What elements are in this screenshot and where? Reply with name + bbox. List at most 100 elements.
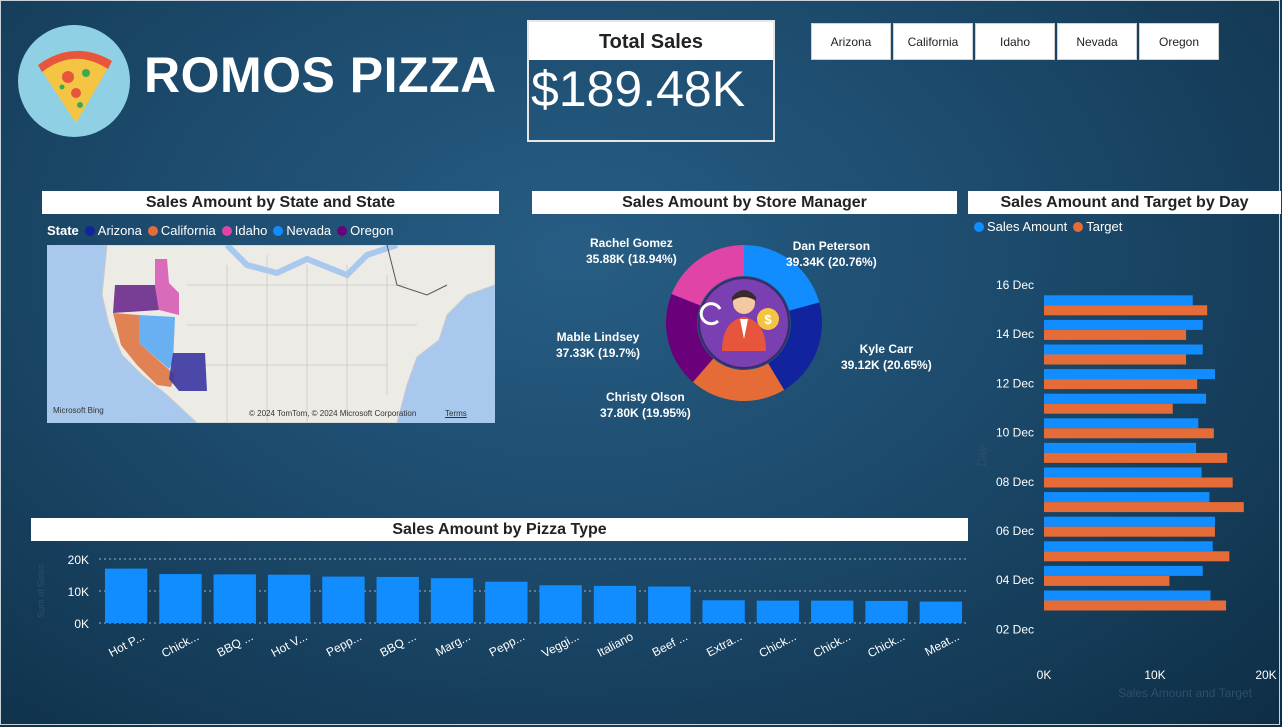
donut-label-mable: Mable Lindsey 37.33K (19.7%) (556, 329, 640, 361)
bar[interactable] (1044, 516, 1215, 527)
bar[interactable] (1044, 344, 1203, 355)
bar[interactable] (865, 600, 908, 623)
bing-logo: Microsoft Bing (53, 406, 104, 415)
us-state-map[interactable]: Microsoft Bing © 2024 TomTom, © 2024 Mic… (47, 245, 495, 423)
pizza-panel-title: Sales Amount by Pizza Type (31, 518, 968, 541)
bar[interactable] (1044, 502, 1244, 513)
bar[interactable] (1044, 379, 1198, 390)
slicer-nevada[interactable]: Nevada (1057, 23, 1137, 60)
legend-item-sales-amount[interactable]: Sales Amount (974, 219, 1067, 234)
bar[interactable] (376, 576, 419, 623)
x-tick-label: BBQ ... (378, 629, 419, 660)
x-tick-label: Pepp... (324, 629, 364, 659)
y-tick-label: 14 Dec (996, 327, 1034, 341)
bar[interactable] (1044, 354, 1187, 365)
x-tick-label: Hot P... (106, 629, 147, 659)
y-tick-label: 04 Dec (996, 573, 1034, 587)
bar[interactable] (1044, 541, 1213, 552)
sales-by-pizza-type-chart: 0K 10K 20K Sum of Sales Hot P... Chick... BBQ … (36, 553, 968, 660)
legend-item-idaho[interactable]: Idaho (221, 223, 268, 238)
bar[interactable] (485, 581, 528, 623)
bar[interactable] (811, 600, 854, 623)
bar[interactable] (213, 574, 256, 623)
y-tick-label: 10 Dec (996, 426, 1034, 440)
bar[interactable] (1044, 600, 1227, 611)
bar[interactable] (1044, 393, 1207, 404)
slice-name: Rachel Gomez (590, 236, 673, 250)
legend-dot (273, 225, 284, 236)
legend-dot (221, 225, 232, 236)
bar[interactable] (1044, 590, 1211, 601)
donut-panel-title: Sales Amount by Store Manager (532, 191, 957, 214)
bar[interactable] (1044, 477, 1233, 488)
legend-label: Target (1086, 219, 1123, 234)
slicer-arizona[interactable]: Arizona (811, 23, 891, 60)
bar[interactable] (539, 585, 582, 623)
donut-label-dan: Dan Peterson 39.34K (20.76%) (786, 238, 877, 270)
x-tick-label: 0K (1037, 668, 1052, 682)
slicer-california[interactable]: California (893, 23, 973, 60)
slicer-idaho[interactable]: Idaho (975, 23, 1055, 60)
state-oregon[interactable] (113, 285, 159, 313)
sales-target-by-day-chart: 16 Dec 14 Dec 12 Dec 10 Dec 08 Dec 06 Dec 04 D… (975, 278, 1277, 700)
y-tick-label: 08 Dec (996, 475, 1034, 489)
bar[interactable] (1044, 305, 1208, 316)
bar[interactable] (1044, 551, 1230, 562)
bar[interactable] (159, 574, 202, 623)
bar[interactable] (104, 568, 148, 623)
slice-value: 37.33K (19.7%) (556, 346, 641, 360)
bar[interactable] (1044, 575, 1170, 586)
slicer-oregon[interactable]: Oregon (1139, 23, 1219, 60)
x-tick-label: Pepp... (487, 629, 527, 659)
bar[interactable] (593, 585, 637, 623)
bar[interactable] (1044, 467, 1202, 478)
legend-label: Idaho (234, 223, 268, 238)
x-tick-label: Chick... (865, 629, 907, 660)
bar[interactable] (430, 578, 474, 623)
y-axis-label: Sum of Sales (36, 564, 46, 618)
y-tick-label: 06 Dec (996, 524, 1034, 538)
legend-item-california[interactable]: California (147, 223, 216, 238)
bar[interactable] (267, 574, 311, 623)
bar[interactable] (1044, 369, 1215, 380)
bar[interactable] (648, 586, 691, 623)
y-tick-label: 02 Dec (996, 622, 1034, 636)
x-tick-label: Meat... (922, 629, 961, 659)
legend-item-target[interactable]: Target (1073, 219, 1122, 234)
pizza-logo-icon (18, 25, 130, 137)
slice-name: Christy Olson (606, 390, 685, 404)
bar[interactable] (1044, 452, 1228, 463)
bar[interactable] (756, 600, 800, 623)
slice-name: Dan Peterson (792, 239, 871, 253)
bar[interactable] (1044, 295, 1193, 306)
bar[interactable] (1044, 565, 1203, 576)
bar[interactable] (1044, 492, 1210, 503)
day-panel-title: Sales Amount and Target by Day (968, 191, 1281, 214)
bar[interactable] (1044, 319, 1203, 330)
bar[interactable] (1044, 329, 1187, 340)
donut-label-christy: Christy Olson 37.80K (19.95%) (600, 389, 691, 421)
map-terms-link[interactable]: Terms (445, 409, 467, 418)
bar[interactable] (322, 576, 365, 623)
bar[interactable] (1044, 418, 1199, 429)
bar[interactable] (702, 600, 745, 623)
legend-item-arizona[interactable]: Arizona (84, 223, 142, 238)
bar[interactable] (1044, 428, 1214, 439)
dollar-sign: $ (764, 312, 772, 327)
state-arizona[interactable] (169, 353, 207, 391)
state-slicer: Arizona California Idaho Nevada Oregon (811, 23, 1219, 60)
x-tick-label: Chick... (757, 629, 799, 660)
bar[interactable] (1044, 442, 1197, 453)
map-copyright: © 2024 TomTom, © 2024 Microsoft Corporat… (249, 409, 417, 418)
kpi-title: Total Sales (529, 22, 773, 60)
legend-item-oregon[interactable]: Oregon (337, 223, 394, 238)
bar[interactable] (919, 601, 963, 623)
x-tick-label: Chick... (811, 629, 853, 660)
bar[interactable] (1044, 403, 1173, 414)
x-tick-label: Italiano (595, 629, 636, 660)
y-tick-label: 20K (68, 553, 89, 567)
legend-label: Nevada (286, 223, 332, 238)
y-tick-label: 12 Dec (996, 376, 1034, 390)
bar[interactable] (1044, 526, 1215, 537)
legend-item-nevada[interactable]: Nevada (273, 223, 331, 238)
